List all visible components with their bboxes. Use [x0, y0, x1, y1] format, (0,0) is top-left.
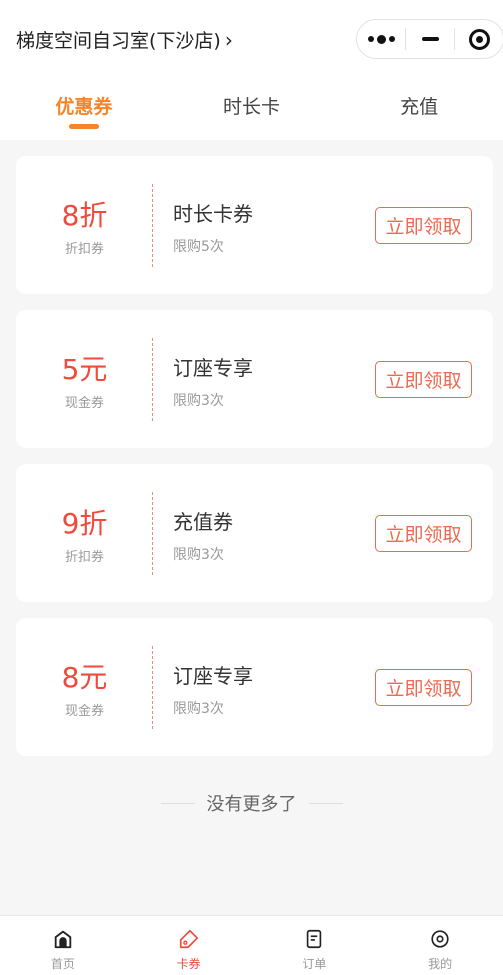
- nav-item-home[interactable]: 首页: [0, 916, 126, 975]
- dashed-divider: [152, 338, 153, 421]
- coupon-card: 5元 现金券 订座专享 限购3次 立即领取: [16, 310, 493, 448]
- nav-item-orders[interactable]: 订单: [252, 916, 378, 975]
- coupon-amount: 9折: [61, 507, 108, 540]
- coupon-limit: 限购3次: [173, 701, 224, 717]
- dashed-divider: [152, 184, 153, 267]
- tab-time-cards[interactable]: 时长卡: [168, 80, 336, 140]
- coupon-name: 订座专享: [173, 664, 253, 688]
- top-bar: 梯度空间自习室(下沙店) ›: [0, 0, 503, 80]
- mini-program-capsule: [356, 19, 503, 59]
- claim-button[interactable]: 立即领取: [375, 515, 472, 552]
- more-dots-icon: [367, 34, 395, 44]
- coupon-type: 折扣券: [64, 242, 104, 257]
- minimize-button[interactable]: [406, 20, 454, 58]
- coupon-card: 8折 折扣券 时长卡券 限购5次 立即领取: [16, 156, 493, 294]
- more-button[interactable]: [357, 20, 405, 58]
- bottom-nav: 首页 卡券 订单 我的: [0, 915, 503, 975]
- coupon-amount: 8元: [61, 661, 108, 694]
- divider-line: [308, 802, 343, 804]
- store-selector[interactable]: 梯度空间自习室(下沙店) ›: [16, 26, 233, 53]
- nav-label-profile: 我的: [428, 957, 453, 971]
- coupon-name: 充值券: [173, 510, 233, 534]
- claim-button[interactable]: 立即领取: [375, 669, 472, 706]
- dashed-divider: [152, 646, 153, 729]
- nav-label-orders: 订单: [302, 957, 327, 971]
- profile-circle-icon: [431, 930, 449, 948]
- nav-item-coupons[interactable]: 卡券: [126, 916, 252, 975]
- tab-coupons[interactable]: 优惠券: [0, 80, 168, 140]
- claim-button[interactable]: 立即领取: [375, 207, 472, 244]
- dashed-divider: [152, 492, 153, 575]
- coupon-limit: 限购3次: [173, 393, 224, 409]
- target-circle-icon: [468, 28, 490, 50]
- tab-recharge[interactable]: 充值: [335, 80, 503, 140]
- store-name: 梯度空间自习室(下沙店): [16, 30, 221, 52]
- coupon-name: 时长卡券: [173, 202, 253, 226]
- app-root: 梯度空间自习室(下沙店) › 优惠券 时长卡 充值 8折 折扣券 时长卡券 限购…: [0, 0, 503, 975]
- coupon-tag-icon: [179, 929, 198, 949]
- coupon-type: 现金券: [64, 704, 104, 719]
- coupon-amount: 5元: [61, 353, 108, 386]
- list-end-note: 没有更多了: [0, 790, 503, 816]
- coupon-name: 订座专享: [173, 356, 253, 380]
- minimize-icon: [421, 37, 439, 41]
- coupon-type: 现金券: [64, 396, 104, 411]
- coupon-limit: 限购3次: [173, 547, 224, 563]
- end-note-text: 没有更多了: [206, 794, 297, 815]
- nav-label-home: 首页: [50, 957, 75, 971]
- coupon-list: 8折 折扣券 时长卡券 限购5次 立即领取 5元 现金券 订座专享 限购3次 立…: [16, 156, 493, 772]
- divider-line: [160, 802, 195, 804]
- coupon-amount: 8折: [61, 199, 108, 232]
- nav-item-profile[interactable]: 我的: [377, 916, 503, 975]
- tab-bar: 优惠券 时长卡 充值: [0, 80, 503, 140]
- coupon-card: 9折 折扣券 充值券 限购3次 立即领取: [16, 464, 493, 602]
- chevron-right-icon: ›: [224, 27, 233, 52]
- close-button[interactable]: [455, 20, 503, 58]
- claim-button[interactable]: 立即领取: [375, 361, 472, 398]
- order-doc-icon: [307, 929, 322, 949]
- coupon-card: 8元 现金券 订座专享 限购3次 立即领取: [16, 618, 493, 756]
- home-icon: [54, 930, 72, 949]
- coupon-type: 折扣券: [64, 550, 104, 565]
- coupon-limit: 限购5次: [173, 239, 224, 255]
- nav-label-coupons: 卡券: [176, 957, 201, 971]
